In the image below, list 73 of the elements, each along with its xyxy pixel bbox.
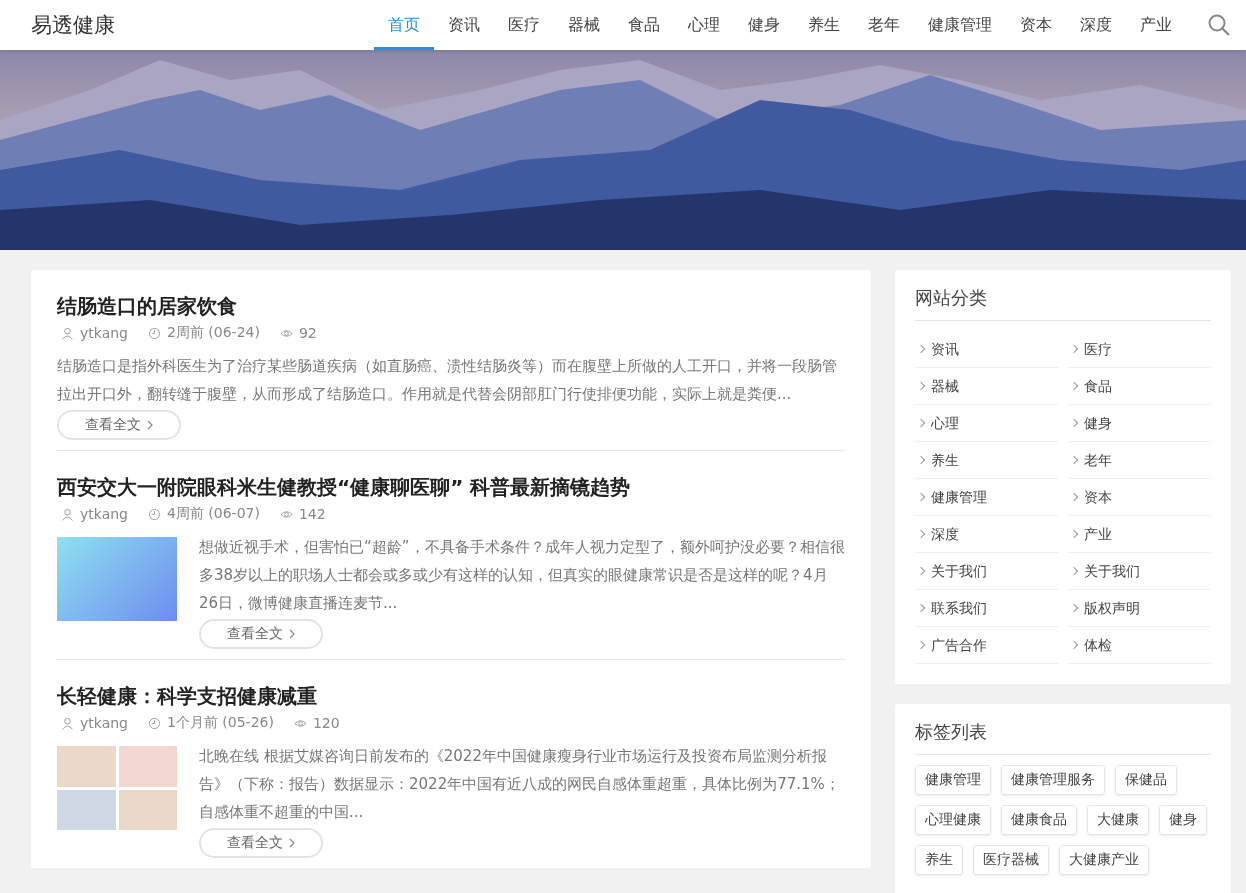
category-link[interactable]: 老年: [1068, 442, 1211, 479]
category-link[interactable]: 养生: [915, 442, 1058, 479]
category-link[interactable]: 版权声明: [1068, 590, 1211, 627]
category-link[interactable]: 体检: [1068, 627, 1211, 664]
category-link[interactable]: 深度: [915, 516, 1058, 553]
tag-link[interactable]: 大健康: [1087, 805, 1149, 835]
view-count: 120: [312, 715, 340, 731]
user-icon: [61, 507, 74, 521]
category-link[interactable]: 医疗: [1068, 331, 1211, 368]
post-date: 4周前 (06-07): [167, 505, 260, 523]
category-link[interactable]: 健身: [1068, 405, 1211, 442]
nav-link[interactable]: 医疗: [494, 0, 554, 50]
nav-link[interactable]: 器械: [554, 0, 614, 50]
article-excerpt: 北晚在线 根据艾媒咨询日前发布的《2022年中国健康瘦身行业市场运行及投资布局监测分析报告》（下称：报告）数据显示：2022年中国有近八成的网民自感体重超重，具体比例为77.1%；自感体重不超重的中国...: [199, 746, 841, 823]
nav-link[interactable]: 深度: [1066, 0, 1126, 50]
tag-link[interactable]: 健康管理服务: [1001, 765, 1105, 795]
panel-title: 网站分类: [915, 286, 1211, 321]
thumbnail-placeholder[interactable]: [57, 537, 177, 621]
nav-link[interactable]: 产业: [1126, 0, 1186, 50]
read-more-button[interactable]: 查看全文: [199, 619, 323, 649]
category-link[interactable]: 联系我们: [915, 590, 1058, 627]
article-excerpt: 想做近视手术，但害怕已“超龄”，不具备手术条件？成年人视力定型了，额外呵护没必要？相信很多38岁以上的职场人士都会或多或少有这样的认知，但真实的眼健康常识是否是这样的呢？4月26日，微博健康直播连麦节...: [199, 537, 845, 614]
nav-link[interactable]: 食品: [614, 0, 674, 50]
thumbnail-placeholder[interactable]: [57, 746, 177, 830]
tag-link[interactable]: 健康食品: [1001, 805, 1077, 835]
author-name[interactable]: ytkang: [80, 715, 128, 731]
category-link[interactable]: 食品: [1068, 368, 1211, 405]
user-icon: [61, 716, 74, 730]
tag-link[interactable]: 保健品: [1115, 765, 1177, 795]
author-name[interactable]: ytkang: [80, 506, 128, 522]
nav-link[interactable]: 养生: [794, 0, 854, 50]
search-icon[interactable]: [1208, 14, 1230, 36]
tag-link[interactable]: 健康管理: [915, 765, 991, 795]
article-excerpt: 结肠造口是指外科医生为了治疗某些肠道疾病（如直肠癌、溃性结肠炎等）而在腹壁上所做的人工开口，并将一段肠管拉出开口外，翻转缝于腹壁，从而形成了结肠造口。作用就是代替会阴部肛门行使排便功能，实际上就是粪便...: [57, 356, 838, 405]
chevron-right-icon: [289, 629, 295, 639]
post-date: 2周前 (06-24): [167, 324, 260, 342]
nav-link[interactable]: 健身: [734, 0, 794, 50]
article-title[interactable]: 西安交大一附院眼科米生健教授“健康聊医聊” 科普最新摘镜趋势: [57, 471, 845, 503]
clock-icon: [148, 507, 161, 521]
article-title[interactable]: 长轻健康：科学支招健康减重: [57, 680, 845, 712]
nav-link[interactable]: 健康管理: [914, 0, 1006, 50]
tag-link[interactable]: 医疗器械: [973, 845, 1049, 875]
chevron-right-icon: [289, 838, 295, 848]
nav-link[interactable]: 心理: [674, 0, 734, 50]
clock-icon: [148, 326, 161, 340]
tag-link[interactable]: 养生: [915, 845, 963, 875]
tag-link[interactable]: 大健康产业: [1059, 845, 1149, 875]
panel-title: 标签列表: [915, 720, 1211, 755]
read-more-button[interactable]: 查看全文: [199, 828, 323, 858]
category-link[interactable]: 资本: [1068, 479, 1211, 516]
category-link[interactable]: 关于我们: [1068, 553, 1211, 590]
site-logo[interactable]: 易透健康: [31, 11, 341, 39]
chevron-right-icon: [147, 420, 153, 430]
view-count: 92: [298, 325, 317, 341]
category-link[interactable]: 广告合作: [915, 627, 1058, 664]
nav-link[interactable]: 资讯: [434, 0, 494, 50]
clock-icon: [148, 716, 161, 730]
nav-link[interactable]: 资本: [1006, 0, 1066, 50]
category-link[interactable]: 心理: [915, 405, 1058, 442]
category-link[interactable]: 器械: [915, 368, 1058, 405]
article-title[interactable]: 结肠造口的居家饮食: [57, 290, 845, 322]
category-link[interactable]: 资讯: [915, 331, 1058, 368]
category-link[interactable]: 产业: [1068, 516, 1211, 553]
category-link[interactable]: 关于我们: [915, 553, 1058, 590]
view-count: 142: [298, 506, 326, 522]
nav-link[interactable]: 老年: [854, 0, 914, 50]
tag-link[interactable]: 心理健康: [915, 805, 991, 835]
read-more-button[interactable]: 查看全文: [57, 410, 181, 440]
author-name[interactable]: ytkang: [80, 325, 128, 341]
post-date: 1个月前 (05-26): [167, 714, 274, 732]
category-link[interactable]: 健康管理: [915, 479, 1058, 516]
user-icon: [61, 326, 74, 340]
tag-link[interactable]: 健身: [1159, 805, 1207, 835]
